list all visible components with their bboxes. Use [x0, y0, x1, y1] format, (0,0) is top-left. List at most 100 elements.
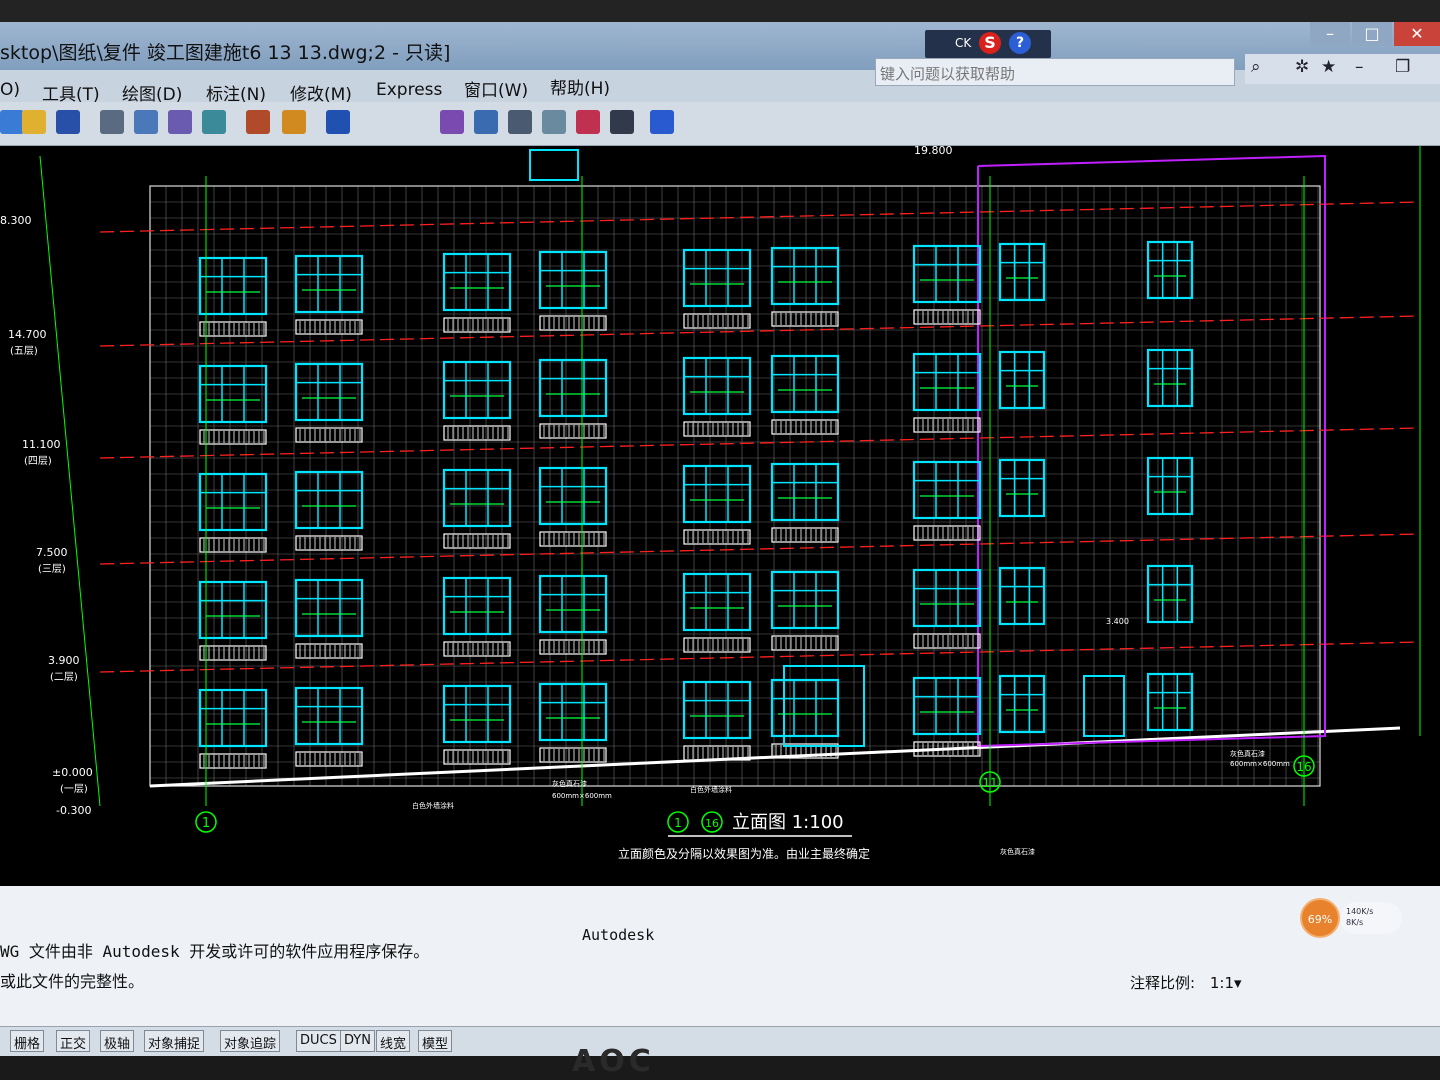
favorites-icon[interactable]: ★ [1321, 57, 1336, 77]
drawing-note: 立面颜色及分隔以效果图为准。由业主最终确定 [618, 846, 870, 861]
doc-restore-icon[interactable]: ❐ [1395, 57, 1410, 77]
ducs-toggle[interactable]: DUCS [296, 1030, 341, 1052]
balcony-railing [913, 417, 981, 433]
tool-palettes-icon[interactable] [576, 110, 600, 134]
elevation-label: 11.100 [22, 438, 61, 451]
balcony-railing [913, 309, 981, 325]
help-search-input[interactable]: 键入问题以获取帮助 [875, 58, 1235, 86]
window [998, 566, 1046, 626]
open-file-icon[interactable] [22, 110, 46, 134]
roof-window [529, 149, 579, 181]
window [770, 462, 840, 522]
material-label: 灰色真石漆 [1000, 847, 1035, 856]
monitor-top-bezel [0, 0, 1440, 22]
title-axis-end: 16 [705, 817, 719, 830]
balcony-railing [199, 753, 267, 769]
polar-toggle[interactable]: 极轴 [100, 1030, 135, 1052]
match-properties-icon[interactable] [282, 110, 306, 134]
osnap-toggle[interactable]: 对象捕捉 [144, 1030, 205, 1052]
undo-icon[interactable] [326, 110, 350, 134]
new-file-icon[interactable] [0, 110, 24, 134]
close-button[interactable]: ✕ [1394, 22, 1440, 46]
plot-icon[interactable] [100, 110, 124, 134]
balcony-railing [771, 635, 839, 651]
publish-icon[interactable] [168, 110, 192, 134]
doc-minimize-icon[interactable]: – [1355, 57, 1364, 77]
balcony-railing [295, 751, 363, 767]
balcony-railing [295, 643, 363, 659]
zoom-icon[interactable] [474, 110, 498, 134]
window [998, 674, 1046, 734]
pan-icon[interactable] [440, 110, 464, 134]
window [198, 256, 268, 316]
help-toolbar-icon[interactable] [650, 110, 674, 134]
cut-icon[interactable] [246, 110, 270, 134]
search-icon[interactable]: ⌕ [1251, 57, 1261, 77]
s-icon[interactable]: S [979, 32, 1001, 54]
design-center-icon[interactable] [542, 110, 566, 134]
elevation-drawing: 19.800 8.300 14.700 (五层) 11.100 (四层) 7.5… [0, 146, 1421, 861]
window [770, 246, 840, 306]
window [998, 242, 1046, 302]
window [1146, 564, 1194, 624]
model-toggle[interactable]: 模型 [418, 1030, 453, 1052]
communication-icon[interactable]: ✲ [1295, 57, 1309, 77]
drawing-canvas[interactable]: 19.800 8.300 14.700 (五层) 11.100 (四层) 7.5… [0, 146, 1440, 886]
elevation-label: 3.900 [48, 654, 80, 667]
3d-dwf-icon[interactable] [202, 110, 226, 134]
annotation-scale-value[interactable]: 1:1▾ [1210, 974, 1242, 992]
elevation-label: 7.500 [36, 546, 68, 559]
annotation-scale-label: 注释比例: [1130, 974, 1196, 992]
menu-item-express[interactable]: Express [376, 80, 442, 100]
elevation-label: 8.300 [0, 214, 32, 227]
window [912, 676, 982, 736]
help-toolbar: ⌕ ✲ ★ – ❐ [1245, 54, 1440, 84]
window [770, 678, 840, 738]
elevation-label: ±0.000 [52, 766, 93, 779]
window [294, 254, 364, 314]
grid-toggle[interactable]: 栅格 [10, 1030, 45, 1052]
window [998, 458, 1046, 518]
standard-toolbar [0, 102, 1440, 146]
window-controls: – □ ✕ [1300, 22, 1440, 48]
floor-note-label: (四层) [24, 455, 52, 467]
menu-item-o[interactable]: O) [0, 80, 20, 100]
axis-marker: 16 [1296, 760, 1311, 774]
title-axis-start: 1 [674, 816, 682, 830]
balcony-railing [199, 537, 267, 553]
top-elevation-label: 19.800 [914, 146, 953, 157]
material-label: 灰色真石漆 [552, 779, 587, 788]
menu-item-window[interactable]: 窗口(W) [464, 76, 528, 101]
menu-item-help[interactable]: 帮助(H) [550, 74, 610, 99]
minimize-button[interactable]: – [1310, 22, 1350, 46]
maximize-button[interactable]: □ [1352, 22, 1392, 46]
drawing-title: 立面图 1:100 [732, 812, 844, 833]
lineweight-toggle[interactable]: 线宽 [376, 1030, 411, 1052]
side-door [1083, 675, 1125, 737]
save-icon[interactable] [56, 110, 80, 134]
material-label: 600mm×600mm [1230, 760, 1290, 768]
entrance-door [783, 665, 865, 747]
properties-icon[interactable] [508, 110, 532, 134]
annotation-scale[interactable]: 注释比例: 1:1▾ [1130, 972, 1242, 993]
balcony-railing [199, 321, 267, 337]
material-label: 600mm×600mm [552, 792, 612, 800]
elevation-label: -0.300 [56, 804, 91, 817]
canopy-elevation-label: 3.400 [1106, 617, 1129, 626]
window [998, 350, 1046, 410]
window-title: sktop\图纸\复件 竣工图建施t6 13 13.dwg;2 - 只读] [0, 42, 451, 64]
balcony-railing [295, 319, 363, 335]
material-label: 白色外墙涂料 [690, 785, 732, 794]
ortho-toggle[interactable]: 正交 [56, 1030, 91, 1052]
calculator-icon[interactable] [610, 110, 634, 134]
plot-preview-icon[interactable] [134, 110, 158, 134]
window [912, 244, 982, 304]
dyn-toggle[interactable]: DYN [340, 1030, 375, 1052]
building-outline [149, 185, 1321, 787]
window [1146, 672, 1194, 732]
speed-badge[interactable]: 69% [1300, 898, 1340, 938]
floor-note-label: (三层) [38, 563, 66, 575]
material-label: 白色外墙涂料 [412, 801, 454, 810]
otrack-toggle[interactable]: 对象追踪 [220, 1030, 281, 1052]
help-icon[interactable]: ? [1009, 32, 1031, 54]
